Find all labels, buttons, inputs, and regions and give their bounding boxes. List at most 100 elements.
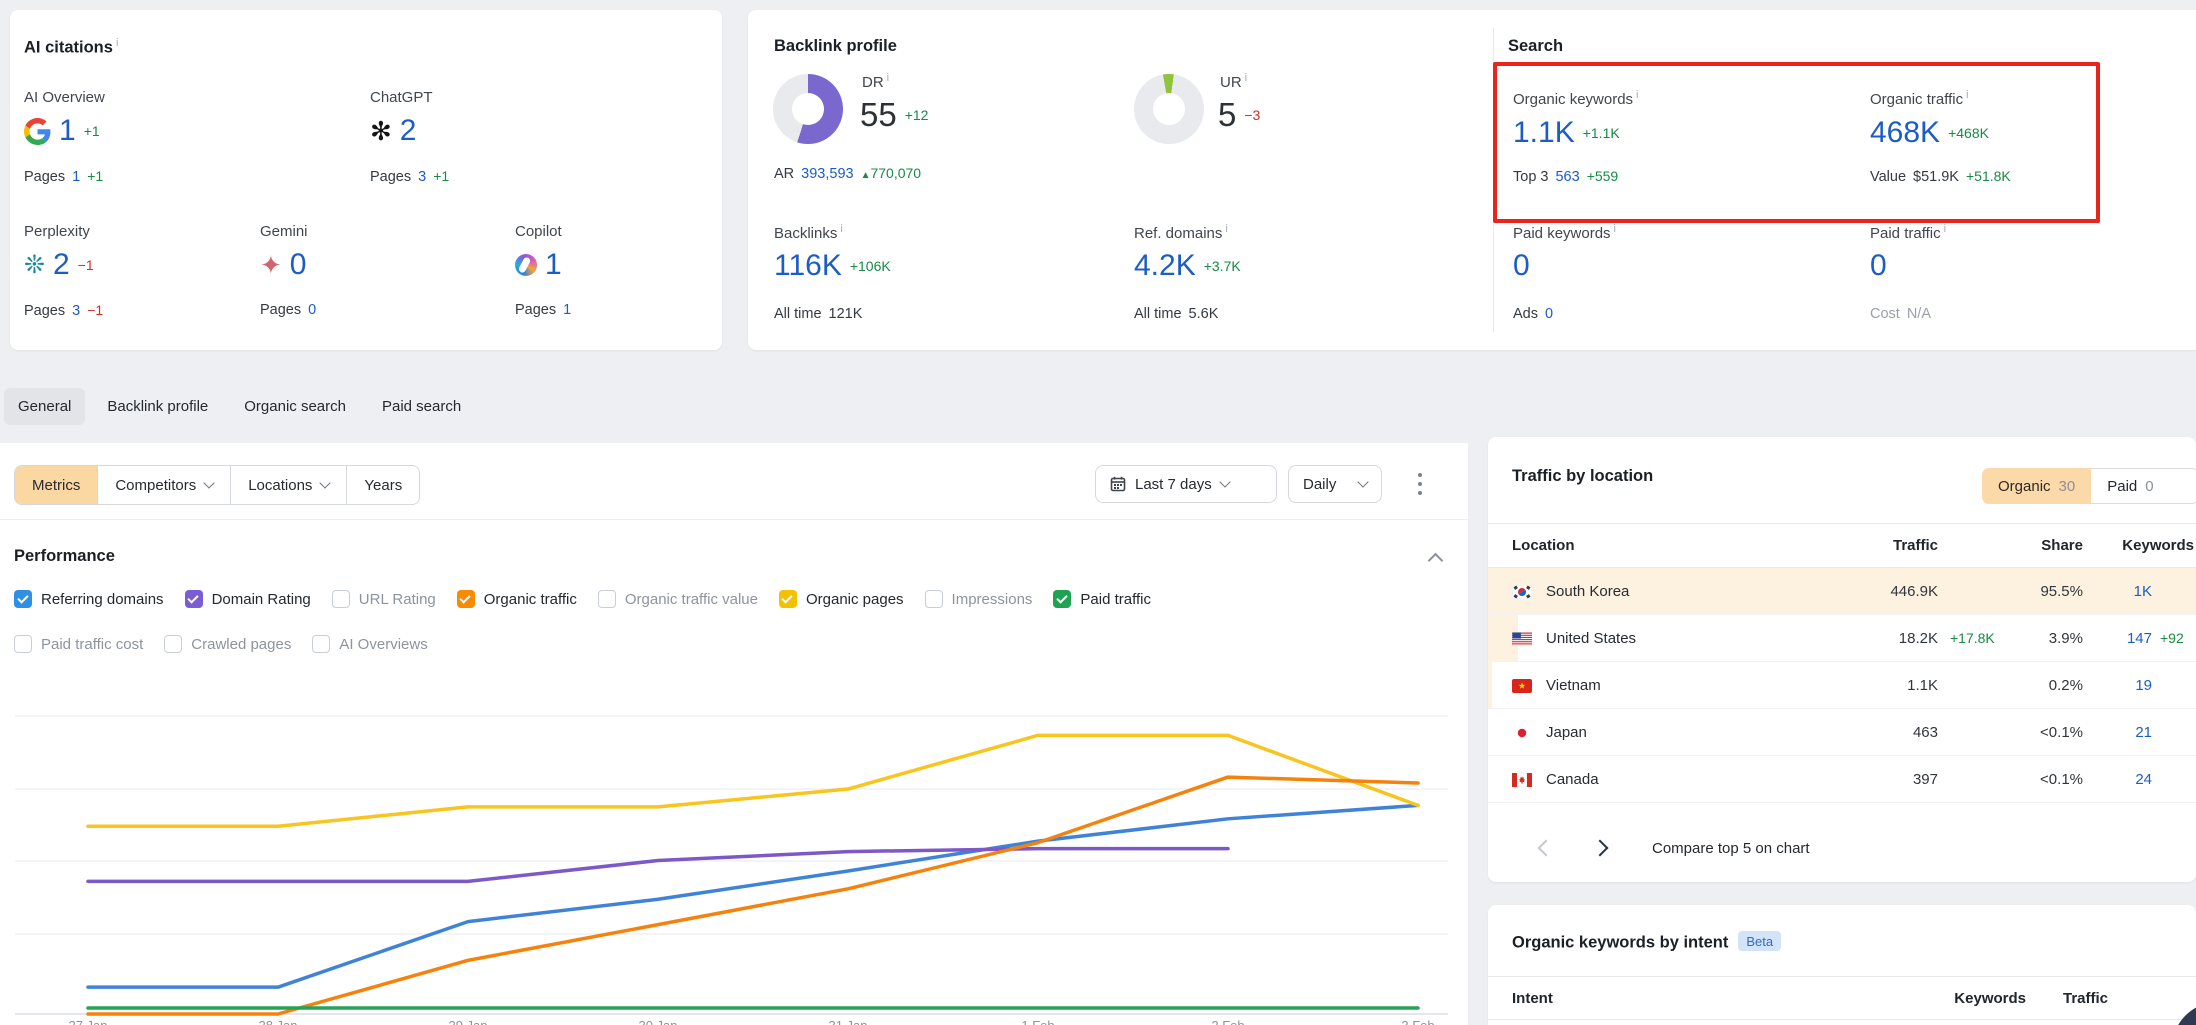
filter-segmented-control: Metrics Competitors Locations Years <box>14 465 420 505</box>
keywords-by-intent-title: Organic keywords by intentBeta <box>1512 931 1781 953</box>
location-row-south-korea[interactable]: South Korea 446.9K 95.5% 1K <box>1488 568 2196 615</box>
perplexity-icon: ❊ <box>24 253 45 278</box>
checkbox-icon[interactable] <box>14 635 32 653</box>
backlink-profile-title: Backlink profile <box>774 37 897 56</box>
location-row-canada[interactable]: Canada 397 <0.1% 24 <box>1488 756 2196 803</box>
metric-checkbox-crawled-pages[interactable]: Crawled pages <box>164 635 291 653</box>
metric-checkbox-paid-traffic-cost[interactable]: Paid traffic cost <box>14 635 143 653</box>
traffic-value: 397 <box>1913 756 1938 803</box>
keywords-by-intent-card: Organic keywords by intentBeta Intent Ke… <box>1488 905 2196 1025</box>
collapse-chevron-icon[interactable] <box>1428 553 1444 569</box>
col-intent: Intent <box>1512 977 1553 1020</box>
perplexity-value[interactable]: 2 <box>53 250 70 280</box>
flag-ca-icon <box>1512 773 1532 787</box>
granularity-button[interactable]: Daily <box>1288 465 1382 503</box>
compare-top5-link[interactable]: Compare top 5 on chart <box>1652 840 1810 857</box>
competitors-filter-button[interactable]: Competitors <box>98 466 231 504</box>
tab-general[interactable]: General <box>4 388 85 425</box>
col-location[interactable]: Location <box>1512 524 1575 568</box>
paid-traffic-value[interactable]: 0 <box>1870 251 1887 281</box>
chatgpt-value[interactable]: 2 <box>400 116 417 146</box>
metric-checkbox-row-1: Referring domains Domain Rating URL Rating… <box>14 590 1151 608</box>
chatgpt-label: ChatGPT <box>370 89 433 106</box>
metric-checkbox-referring-domains[interactable]: Referring domains <box>14 590 164 608</box>
location-row-united-states[interactable]: United States 18.2K +17.8K 3.9% 147 +92 <box>1488 615 2196 662</box>
perplexity-label: Perplexity <box>24 223 90 240</box>
keywords-link[interactable]: 147 <box>2127 615 2152 662</box>
metric-checkbox-ai-overviews[interactable]: AI Overviews <box>312 635 427 653</box>
organic-toggle-button[interactable]: Organic30 <box>1982 468 2091 504</box>
metric-checkbox-organic-traffic[interactable]: Organic traffic <box>457 590 577 608</box>
dr-label: DRi <box>862 72 889 91</box>
date-range-button[interactable]: Last 7 days <box>1095 465 1277 503</box>
location-row-vietnam[interactable]: Vietnam 1.1K 0.2% 19 <box>1488 662 2196 709</box>
dr-delta: +12 <box>905 107 929 123</box>
page-prev-icon[interactable] <box>1538 840 1555 857</box>
perplexity-delta: −1 <box>78 257 94 273</box>
page-next-icon[interactable] <box>1592 840 1609 857</box>
info-icon[interactable]: i <box>116 37 118 49</box>
ai-citations-card: AI citationsi AI Overview 1 +1 Pages1+1 … <box>10 10 722 350</box>
location-row-japan[interactable]: Japan 463 <0.1% 21 <box>1488 709 2196 756</box>
tab-organic-search[interactable]: Organic search <box>230 388 360 425</box>
tab-backlink-profile[interactable]: Backlink profile <box>93 388 222 425</box>
tab-paid-search[interactable]: Paid search <box>368 388 475 425</box>
keywords-link[interactable]: 1K <box>2134 568 2152 615</box>
checkbox-icon[interactable] <box>779 590 797 608</box>
metric-checkbox-organic-traffic-value[interactable]: Organic traffic value <box>598 590 758 608</box>
metric-checkbox-impressions[interactable]: Impressions <box>925 590 1033 608</box>
paid-toggle-button[interactable]: Paid0 <box>2091 468 2196 504</box>
traffic-value: 18.2K <box>1899 615 1938 662</box>
perplexity-pages: Pages3−1 <box>24 302 103 319</box>
copilot-pages: Pages1 <box>515 302 571 318</box>
ur-label: URi <box>1220 72 1247 91</box>
gemini-icon: ✦ <box>260 252 282 278</box>
keywords-link[interactable]: 21 <box>2135 709 2152 756</box>
more-options-button[interactable] <box>1412 473 1428 495</box>
share-value: <0.1% <box>2040 709 2083 756</box>
performance-chart[interactable]: 27 Jan28 Jan29 Jan30 Jan31 Jan1 Feb2 Feb… <box>0 660 1460 1025</box>
ai-citations-title: AI citationsi <box>24 37 118 58</box>
ai-overview-value[interactable]: 1 <box>59 116 76 146</box>
locations-filter-button[interactable]: Locations <box>231 466 347 504</box>
ref-domains-delta: +3.7K <box>1204 258 1241 274</box>
ar-value[interactable]: 393,593 <box>801 166 853 182</box>
chevron-down-icon <box>1357 476 1368 487</box>
checkbox-icon[interactable] <box>598 590 616 608</box>
checkbox-icon[interactable] <box>1053 590 1071 608</box>
chatgpt-pages: Pages3+1 <box>370 168 449 185</box>
paid-keywords-value[interactable]: 0 <box>1513 251 1530 281</box>
col-share[interactable]: Share <box>2041 524 2083 568</box>
metric-checkbox-organic-pages[interactable]: Organic pages <box>779 590 904 608</box>
metric-checkbox-url-rating[interactable]: URL Rating <box>332 590 436 608</box>
checkbox-icon[interactable] <box>457 590 475 608</box>
location-pagination: Compare top 5 on chart <box>1488 833 2196 863</box>
col-traffic[interactable]: Traffic <box>1893 524 1938 568</box>
col-keywords[interactable]: Keywords <box>2122 524 2194 568</box>
copilot-label: Copilot <box>515 223 562 240</box>
checkbox-icon[interactable] <box>14 590 32 608</box>
keywords-delta: +92 <box>2160 615 2184 662</box>
backlinks-value[interactable]: 116K <box>774 251 842 281</box>
copilot-value[interactable]: 1 <box>545 250 562 280</box>
keywords-link[interactable]: 19 <box>2135 662 2152 709</box>
years-filter-button[interactable]: Years <box>347 466 419 504</box>
ref-domains-value[interactable]: 4.2K <box>1134 251 1196 281</box>
checkbox-icon[interactable] <box>164 635 182 653</box>
ref-domains-label: Ref. domainsi <box>1134 223 1228 242</box>
metrics-filter-button[interactable]: Metrics <box>15 466 98 504</box>
gemini-pages: Pages0 <box>260 302 316 318</box>
checkbox-icon[interactable] <box>312 635 330 653</box>
checkbox-icon[interactable] <box>925 590 943 608</box>
checkbox-icon[interactable] <box>185 590 203 608</box>
gemini-label: Gemini <box>260 223 308 240</box>
keywords-link[interactable]: 24 <box>2135 756 2152 803</box>
flag-us-icon <box>1512 632 1532 646</box>
country-name: Japan <box>1546 709 1587 756</box>
metric-checkbox-domain-rating[interactable]: Domain Rating <box>185 590 311 608</box>
dr-value: 55 <box>860 98 897 131</box>
gemini-value[interactable]: 0 <box>290 250 307 280</box>
backlink-search-card: Backlink profile DRi 55 +12 AR 393,593 ▲… <box>748 10 2196 350</box>
metric-checkbox-paid-traffic[interactable]: Paid traffic <box>1053 590 1151 608</box>
checkbox-icon[interactable] <box>332 590 350 608</box>
